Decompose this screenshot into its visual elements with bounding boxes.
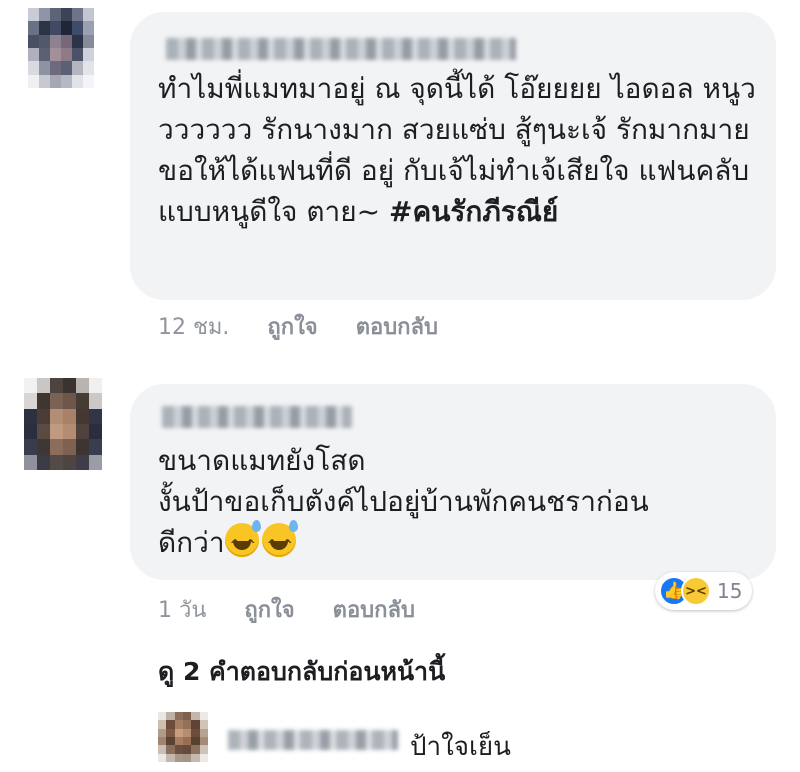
comment-bubble: ทำไมพี่แมทมาอยู่ ณ จุดนี้ได้ โอ๊ยยยย ไอด… bbox=[130, 12, 776, 300]
replier-name[interactable] bbox=[228, 730, 398, 750]
reply-button[interactable]: ตอบกลับ bbox=[333, 598, 415, 623]
commenter-name[interactable] bbox=[166, 38, 516, 60]
comment-time[interactable]: 1 วัน bbox=[158, 598, 206, 623]
view-previous-replies-link[interactable]: ดู 2 คำตอบกลับก่อนหน้านี้ bbox=[158, 652, 445, 692]
comment-meta: 12 ชม. ถูกใจ ตอบกลับ bbox=[158, 309, 438, 344]
reply-button[interactable]: ตอบกลับ bbox=[356, 315, 438, 340]
comment-time[interactable]: 12 ชม. bbox=[158, 315, 229, 340]
avatar[interactable] bbox=[28, 8, 94, 88]
avatar[interactable] bbox=[158, 712, 208, 762]
reaction-summary[interactable]: 👍 >< 15 bbox=[655, 572, 753, 610]
comment-text: ทำไมพี่แมทมาอยู่ ณ จุดนี้ได้ โอ๊ยยยย ไอด… bbox=[158, 68, 758, 232]
comment-meta: 1 วัน ถูกใจ ตอบกลับ bbox=[158, 592, 415, 627]
grinning-sweat-emoji-icon bbox=[261, 520, 298, 566]
comment-text: ขนาดแมทยังโสด งั้นป้าขอเก็บตังค์ไปอยู่บ้… bbox=[158, 440, 768, 566]
avatar[interactable] bbox=[24, 378, 102, 470]
haha-icon: >< bbox=[681, 576, 711, 606]
comment-bubble: ขนาดแมทยังโสด งั้นป้าขอเก็บตังค์ไปอยู่บ้… bbox=[130, 384, 776, 580]
like-button[interactable]: ถูกใจ bbox=[244, 598, 294, 623]
grinning-sweat-emoji-icon bbox=[224, 520, 261, 566]
reaction-count: 15 bbox=[717, 579, 743, 603]
commenter-name[interactable] bbox=[162, 406, 352, 428]
hashtag-link[interactable]: #คนรักภีรณีย์ bbox=[389, 195, 558, 228]
like-button[interactable]: ถูกใจ bbox=[267, 315, 317, 340]
reply-text: ป้าใจเย็น bbox=[410, 732, 511, 762]
